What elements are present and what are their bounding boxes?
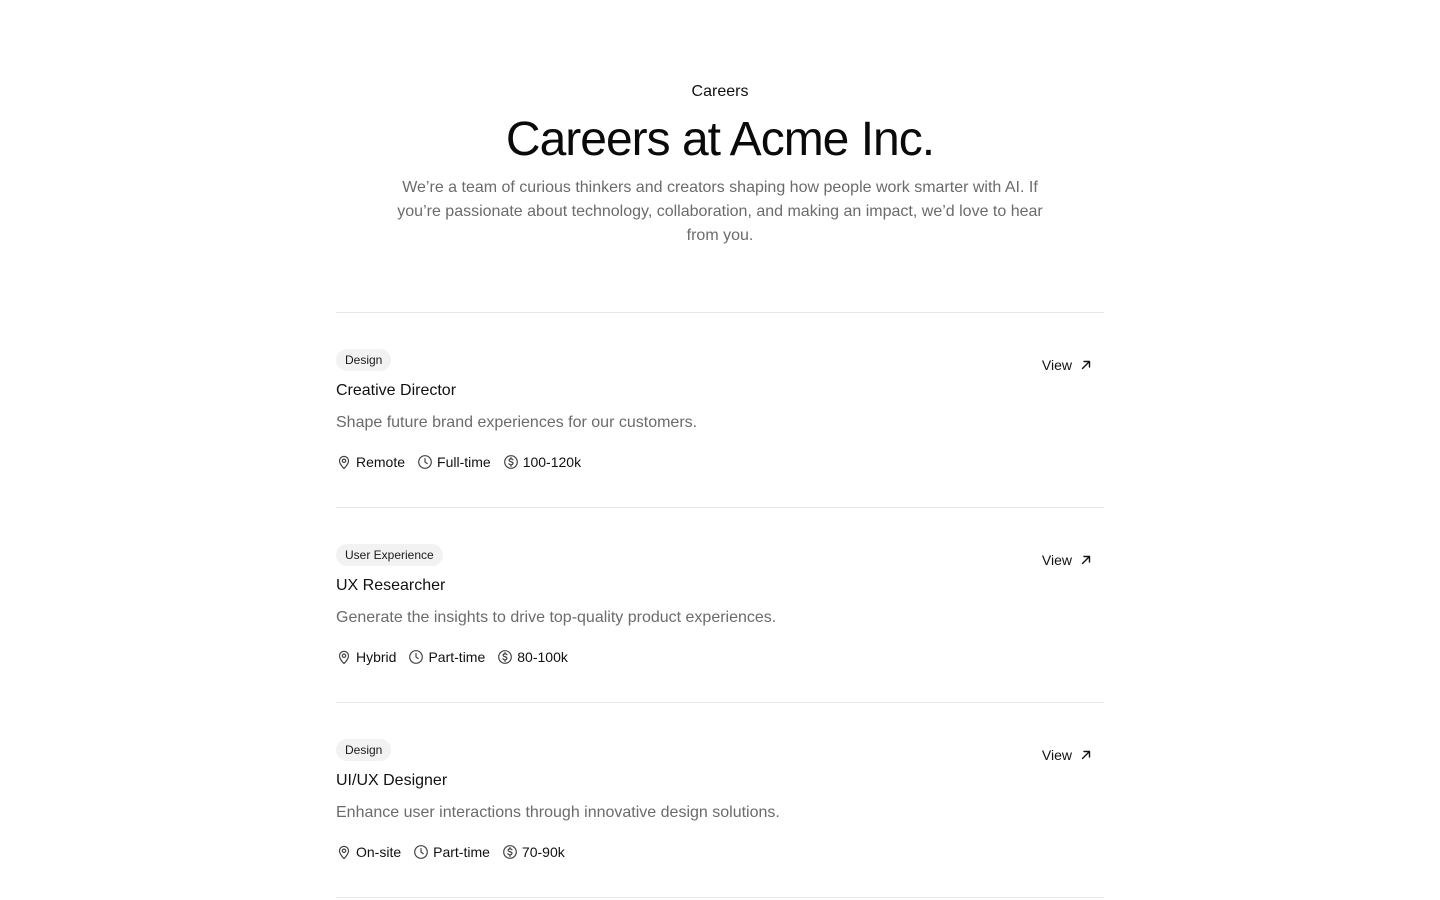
job-salary-label: 80-100k xyxy=(517,649,568,665)
job-salary: 100-120k xyxy=(503,454,581,470)
arrow-up-right-icon xyxy=(1081,360,1091,370)
job-type-label: Part-time xyxy=(428,649,486,665)
view-job-button[interactable]: View xyxy=(1038,549,1104,571)
category-badge: Design xyxy=(336,739,392,761)
dollar-circle-icon xyxy=(503,845,517,859)
job-salary: 70-90k xyxy=(502,844,565,860)
job-type-label: Full-time xyxy=(437,454,491,470)
job-type-label: Part-time xyxy=(433,844,490,860)
job-meta: Remote Full-time 100-120k xyxy=(336,451,593,473)
job-type: Part-time xyxy=(408,649,485,665)
view-button-label: View xyxy=(1041,357,1072,373)
job-listing: User Experience UX Researcher Generate t… xyxy=(336,508,1104,703)
job-title: UI/UX Designer xyxy=(336,772,448,789)
job-title: UX Researcher xyxy=(336,577,446,594)
job-location: Remote xyxy=(336,454,405,470)
job-salary-label: 100-120k xyxy=(522,454,582,470)
job-salary: 80-100k xyxy=(497,649,568,665)
job-meta: Hybrid Part-time 80-100k xyxy=(336,646,580,668)
job-location-label: Remote xyxy=(356,454,406,470)
view-button-label: View xyxy=(1041,747,1072,763)
map-pin-icon xyxy=(338,650,350,665)
view-job-button[interactable]: View xyxy=(1038,744,1104,766)
careers-page: Careers Careers at Acme Inc. We’re a tea… xyxy=(0,0,1440,900)
page-eyebrow: Careers xyxy=(691,83,749,100)
job-location: Hybrid xyxy=(336,649,396,665)
job-description: Generate the insights to drive top-quali… xyxy=(336,609,777,626)
job-description: Shape future brand experiences for our c… xyxy=(336,414,698,431)
job-location-label: Hybrid xyxy=(356,649,397,665)
job-location-label: On-site xyxy=(356,844,402,860)
arrow-up-right-icon xyxy=(1081,750,1091,760)
job-title: Creative Director xyxy=(336,382,457,399)
category-badge: Design xyxy=(336,349,392,371)
clock-icon xyxy=(414,845,429,859)
arrow-up-right-icon xyxy=(1081,555,1091,565)
job-listing: Design UI/UX Designer Enhance user inter… xyxy=(336,703,1104,898)
job-list: Design Creative Director Shape future br… xyxy=(336,312,1104,898)
dollar-circle-icon xyxy=(503,455,518,469)
job-salary-label: 70-90k xyxy=(521,844,565,860)
clock-icon xyxy=(418,455,432,469)
page-description: We’re a team of curious thinkers and cre… xyxy=(397,179,1043,244)
job-meta: On-site Part-time 70-90k xyxy=(336,841,577,863)
clock-icon xyxy=(409,650,424,664)
job-description: Enhance user interactions through innova… xyxy=(336,804,780,821)
map-pin-icon xyxy=(338,845,350,860)
category-badge: User Experience xyxy=(336,544,443,566)
job-listing: Design Creative Director Shape future br… xyxy=(336,313,1104,508)
view-button-label: View xyxy=(1041,552,1072,568)
page-title: Careers at Acme Inc. xyxy=(505,113,935,166)
job-type: Full-time xyxy=(417,454,491,470)
job-type: Part-time xyxy=(413,844,490,860)
map-pin-icon xyxy=(338,455,350,470)
job-location: On-site xyxy=(336,844,401,860)
view-job-button[interactable]: View xyxy=(1038,354,1104,376)
dollar-circle-icon xyxy=(498,650,513,664)
